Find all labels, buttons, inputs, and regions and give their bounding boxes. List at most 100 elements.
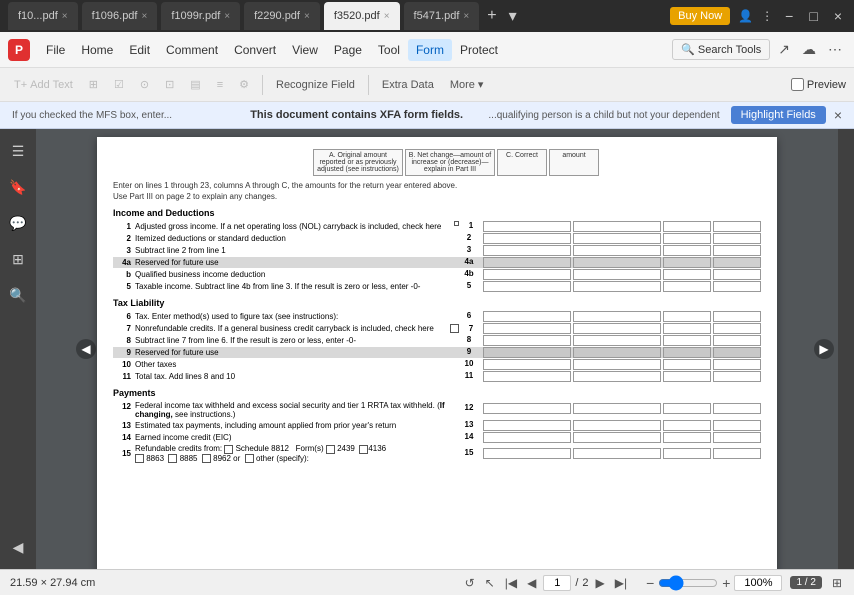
menu-convert[interactable]: Convert bbox=[226, 39, 284, 61]
input-7d[interactable] bbox=[713, 323, 761, 334]
input-4bd[interactable] bbox=[713, 269, 761, 280]
input-13d[interactable] bbox=[713, 420, 761, 431]
tool-btn-5[interactable]: ⊡ bbox=[159, 75, 180, 94]
menu-form[interactable]: Form bbox=[408, 39, 452, 61]
menu-comment[interactable]: Comment bbox=[158, 39, 226, 61]
input-10d[interactable] bbox=[713, 359, 761, 370]
input-5a[interactable] bbox=[483, 281, 571, 292]
tab-f3520[interactable]: f3520.pdf × bbox=[324, 2, 400, 30]
input-1d[interactable] bbox=[713, 221, 761, 232]
menu-view[interactable]: View bbox=[284, 39, 326, 61]
input-6b[interactable] bbox=[573, 311, 661, 322]
tab-close-icon[interactable]: × bbox=[62, 11, 68, 22]
input-10b[interactable] bbox=[573, 359, 661, 370]
scroll-left-button[interactable]: ◀ bbox=[76, 339, 96, 359]
tab-f5471[interactable]: f5471.pdf × bbox=[404, 2, 480, 30]
input-7b[interactable] bbox=[573, 323, 661, 334]
input-10a[interactable] bbox=[483, 359, 571, 370]
zoom-out-button[interactable]: − bbox=[646, 575, 654, 591]
tool-btn-4[interactable]: ⊙ bbox=[134, 75, 155, 94]
input-4bc[interactable] bbox=[663, 269, 711, 280]
tab-f10[interactable]: f10...pdf × bbox=[8, 2, 78, 30]
input-12c[interactable] bbox=[663, 403, 711, 414]
tab-close-icon[interactable]: × bbox=[463, 11, 469, 22]
rotate-button[interactable]: ↺ bbox=[462, 575, 478, 591]
input-2c[interactable] bbox=[663, 233, 711, 244]
zoom-in-button[interactable]: + bbox=[722, 575, 730, 591]
notification-close-button[interactable]: × bbox=[834, 107, 842, 123]
input-3d[interactable] bbox=[713, 245, 761, 256]
page-number-input[interactable] bbox=[543, 575, 571, 591]
highlight-fields-button[interactable]: Highlight Fields bbox=[731, 106, 826, 124]
input-8b[interactable] bbox=[573, 335, 661, 346]
first-page-button[interactable]: |◀ bbox=[502, 575, 520, 591]
input-11a[interactable] bbox=[483, 371, 571, 382]
sidebar-icon-comment[interactable]: 💬 bbox=[4, 209, 32, 237]
input-8d[interactable] bbox=[713, 335, 761, 346]
input-8c[interactable] bbox=[663, 335, 711, 346]
preview-checkbox[interactable] bbox=[791, 78, 804, 91]
input-7c[interactable] bbox=[663, 323, 711, 334]
menu-protect[interactable]: Protect bbox=[452, 39, 506, 61]
menu-page[interactable]: Page bbox=[326, 39, 370, 61]
input-3b[interactable] bbox=[573, 245, 661, 256]
input-12d[interactable] bbox=[713, 403, 761, 414]
share-button[interactable]: ↗ bbox=[774, 39, 794, 60]
minimize-button[interactable]: − bbox=[781, 6, 797, 26]
recognize-field-button[interactable]: Recognize Field bbox=[270, 76, 361, 94]
tool-btn-7[interactable]: ≡ bbox=[211, 76, 229, 94]
input-1a[interactable] bbox=[483, 221, 571, 232]
next-page-button[interactable]: ▶ bbox=[593, 575, 608, 591]
input-15a[interactable] bbox=[483, 448, 571, 459]
add-tab-button[interactable]: + bbox=[483, 7, 500, 25]
cursor-button[interactable]: ↖ bbox=[482, 575, 498, 591]
menu-tool[interactable]: Tool bbox=[370, 39, 408, 61]
input-13b[interactable] bbox=[573, 420, 661, 431]
input-3c[interactable] bbox=[663, 245, 711, 256]
input-11d[interactable] bbox=[713, 371, 761, 382]
sidebar-icon-menu[interactable]: ☰ bbox=[4, 137, 32, 165]
input-14a[interactable] bbox=[483, 432, 571, 443]
close-button[interactable]: × bbox=[830, 6, 846, 26]
checkbox-1[interactable] bbox=[454, 221, 459, 226]
input-13a[interactable] bbox=[483, 420, 571, 431]
input-4bb[interactable] bbox=[573, 269, 661, 280]
buy-now-button[interactable]: Buy Now bbox=[670, 7, 730, 25]
input-1c[interactable] bbox=[663, 221, 711, 232]
maximize-button[interactable]: □ bbox=[805, 6, 821, 26]
input-5c[interactable] bbox=[663, 281, 711, 292]
input-6d[interactable] bbox=[713, 311, 761, 322]
tool-btn-2[interactable]: ⊞ bbox=[83, 75, 104, 94]
input-11c[interactable] bbox=[663, 371, 711, 382]
cloud-button[interactable]: ☁ bbox=[798, 39, 820, 60]
tool-btn-6[interactable]: ▤ bbox=[184, 75, 206, 94]
input-15c[interactable] bbox=[663, 448, 711, 459]
input-12b[interactable] bbox=[573, 403, 661, 414]
input-12a[interactable] bbox=[483, 403, 571, 414]
input-11b[interactable] bbox=[573, 371, 661, 382]
menu-edit[interactable]: Edit bbox=[121, 39, 158, 61]
tool-btn-3[interactable]: ☑ bbox=[108, 75, 130, 94]
input-5d[interactable] bbox=[713, 281, 761, 292]
input-14b[interactable] bbox=[573, 432, 661, 443]
tab-f2290[interactable]: f2290.pdf × bbox=[244, 2, 320, 30]
prev-page-button[interactable]: ◀ bbox=[524, 575, 539, 591]
input-2a[interactable] bbox=[483, 233, 571, 244]
input-10c[interactable] bbox=[663, 359, 711, 370]
tab-close-icon[interactable]: × bbox=[141, 11, 147, 22]
input-5b[interactable] bbox=[573, 281, 661, 292]
tab-close-icon[interactable]: × bbox=[304, 11, 310, 22]
zoom-slider[interactable] bbox=[658, 575, 718, 591]
add-text-button[interactable]: T+ Add Text bbox=[8, 76, 79, 94]
tab-close-icon[interactable]: × bbox=[224, 11, 230, 22]
menu-file[interactable]: File bbox=[38, 39, 73, 61]
tool-btn-8[interactable]: ⚙ bbox=[233, 75, 255, 94]
tab-close-icon[interactable]: × bbox=[384, 11, 390, 22]
sidebar-icon-bookmark[interactable]: 🔖 bbox=[4, 173, 32, 201]
checkbox-7[interactable] bbox=[450, 324, 459, 333]
sidebar-collapse-button[interactable]: ◀ bbox=[4, 533, 32, 561]
menu-home[interactable]: Home bbox=[73, 39, 121, 61]
input-15b[interactable] bbox=[573, 448, 661, 459]
tab-f1099r[interactable]: f1099r.pdf × bbox=[161, 2, 240, 30]
fit-page-button[interactable]: ⊞ bbox=[830, 574, 844, 592]
